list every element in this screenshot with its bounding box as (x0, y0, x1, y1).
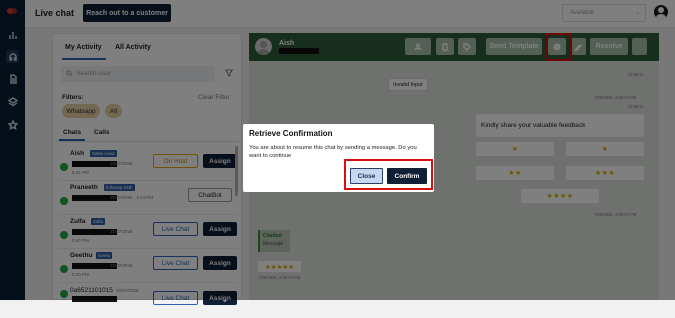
buttons-highlight-box (344, 159, 433, 190)
dialog-title: Retrieve Confirmation (249, 129, 333, 138)
dialog-body: You are about to resume this chat by sen… (249, 145, 417, 159)
